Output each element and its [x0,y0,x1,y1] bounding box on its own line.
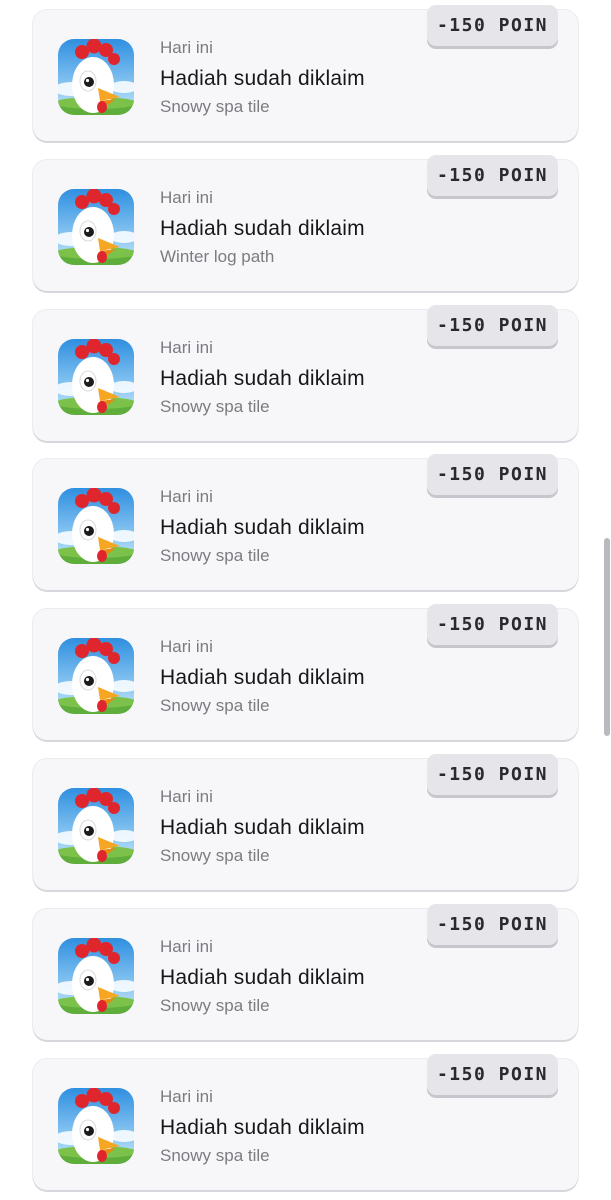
reward-date: Hari ini [160,487,213,506]
reward-title: Hadiah sudah diklaim [160,67,365,90]
rooster-app-icon [58,638,134,714]
reward-card[interactable]: Hari ini Hadiah sudah diklaim Snowy spa … [33,305,578,441]
reward-history-list[interactable]: Hari ini Hadiah sudah diklaim Snowy spa … [0,0,611,1200]
reward-item-name: Snowy spa tile [160,846,270,865]
points-badge: -150 POIN [427,454,558,495]
rooster-app-icon [58,339,134,415]
points-badge: -150 POIN [427,604,558,645]
reward-title: Hadiah sudah diklaim [160,666,365,689]
reward-item-name: Snowy spa tile [160,1146,270,1165]
reward-item-name: Snowy spa tile [160,97,270,116]
reward-date: Hari ini [160,787,213,806]
reward-card[interactable]: Hari ini Hadiah sudah diklaim Winter log… [33,155,578,291]
points-badge: -150 POIN [427,754,558,795]
reward-card[interactable]: Hari ini Hadiah sudah diklaim Snowy spa … [33,454,578,590]
rooster-app-icon [58,788,134,864]
points-badge: -150 POIN [427,155,558,196]
reward-item-name: Snowy spa tile [160,996,270,1015]
rooster-app-icon [58,488,134,564]
points-badge: -150 POIN [427,5,558,46]
reward-card[interactable]: Hari ini Hadiah sudah diklaim Snowy spa … [33,904,578,1040]
points-badge: -150 POIN [427,305,558,346]
reward-title: Hadiah sudah diklaim [160,816,365,839]
reward-date: Hari ini [160,338,213,357]
reward-date: Hari ini [160,38,213,57]
points-badge: -150 POIN [427,904,558,945]
rooster-app-icon [58,938,134,1014]
points-badge: -150 POIN [427,1054,558,1095]
reward-item-name: Winter log path [160,247,275,266]
reward-card[interactable]: Hari ini Hadiah sudah diklaim Snowy spa … [33,1054,578,1190]
reward-title: Hadiah sudah diklaim [160,217,365,240]
reward-card[interactable]: Hari ini Hadiah sudah diklaim Snowy spa … [33,754,578,890]
reward-title: Hadiah sudah diklaim [160,1116,365,1139]
scrollbar[interactable] [604,538,610,736]
reward-title: Hadiah sudah diklaim [160,516,365,539]
reward-date: Hari ini [160,637,213,656]
reward-item-name: Snowy spa tile [160,397,270,416]
reward-date: Hari ini [160,937,213,956]
reward-date: Hari ini [160,188,213,207]
reward-title: Hadiah sudah diklaim [160,966,365,989]
rooster-app-icon [58,1088,134,1164]
reward-item-name: Snowy spa tile [160,696,270,715]
rooster-app-icon [58,39,134,115]
reward-item-name: Snowy spa tile [160,546,270,565]
reward-date: Hari ini [160,1087,213,1106]
rooster-app-icon [58,189,134,265]
reward-card[interactable]: Hari ini Hadiah sudah diklaim Snowy spa … [33,604,578,740]
reward-title: Hadiah sudah diklaim [160,367,365,390]
reward-card[interactable]: Hari ini Hadiah sudah diklaim Snowy spa … [33,5,578,141]
